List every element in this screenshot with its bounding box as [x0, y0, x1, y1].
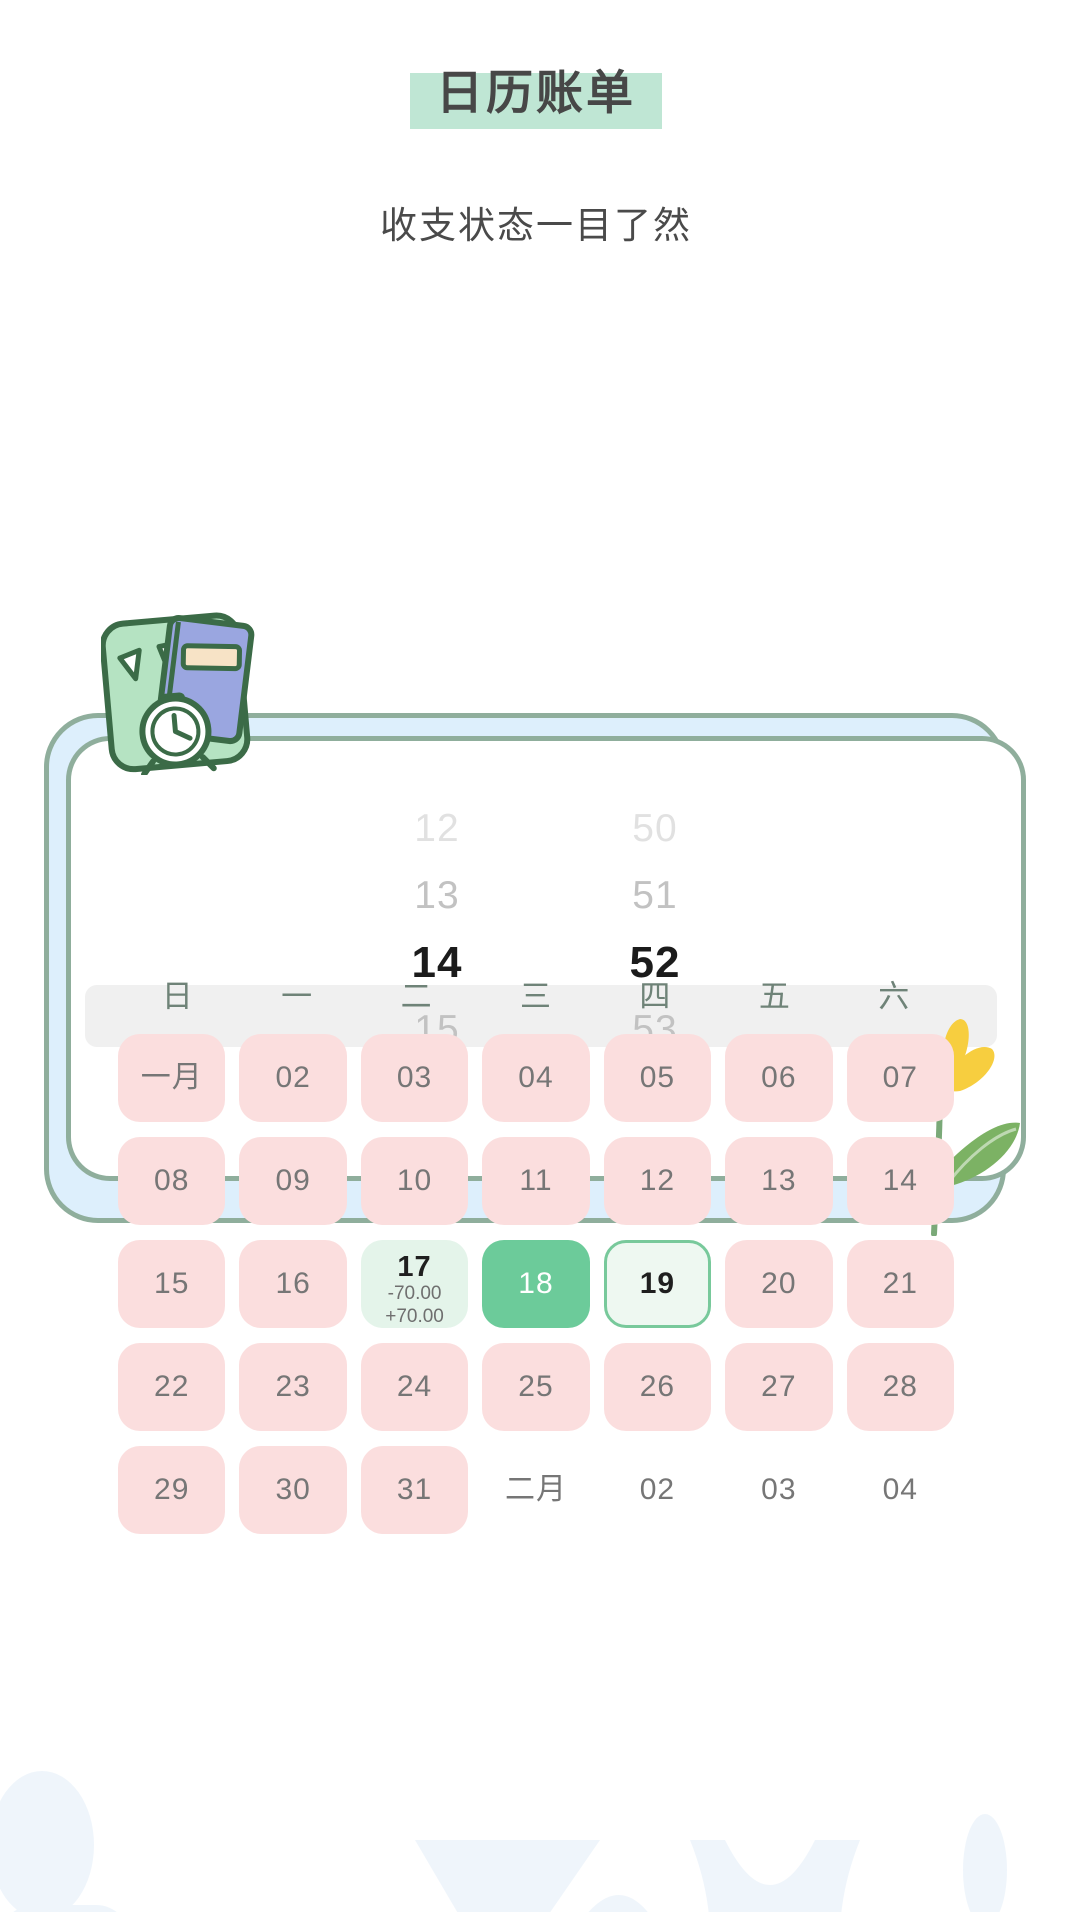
calendar-day-cell[interactable]: 02 — [604, 1446, 711, 1534]
calendar-day-cell[interactable]: 19 — [603, 1239, 712, 1328]
calendar-day-cell[interactable]: 22 — [118, 1342, 226, 1431]
weekday-label: 四 — [639, 978, 672, 1014]
calendar-day-cell[interactable]: 02 — [239, 1033, 347, 1122]
calendar-day-number: 10 — [396, 1164, 433, 1197]
weekday-label: 日 — [161, 978, 194, 1014]
calendar-day-number: 16 — [275, 1267, 311, 1300]
weekday-label: 五 — [758, 978, 791, 1014]
page-header: 日历账单 收支状态一目了然 — [0, 0, 1072, 249]
page-subtitle: 收支状态一目了然 — [380, 204, 692, 246]
calendar-day-number: 07 — [882, 1061, 918, 1094]
calendar-day-cell[interactable]: 21 — [846, 1239, 954, 1328]
calendar-day-cell[interactable]: 03 — [725, 1446, 832, 1534]
calendar-day-cell[interactable]: 15 — [118, 1239, 226, 1328]
calendar-day-cell[interactable]: 30 — [239, 1445, 347, 1534]
calendar-day-number: 30 — [275, 1473, 311, 1506]
calendar-day-income: +70.00 — [385, 1306, 444, 1328]
calendar-day-number: 26 — [639, 1370, 676, 1403]
calendar-day-cell[interactable]: 25 — [482, 1342, 590, 1431]
calendar-day-number: 04 — [518, 1061, 554, 1094]
calendar-day-cell[interactable]: 03 — [360, 1033, 469, 1122]
calendar-day-cell[interactable]: 16 — [239, 1239, 347, 1328]
minute-option[interactable]: 50 — [632, 795, 677, 862]
calendar-day-cell[interactable]: 26 — [603, 1342, 712, 1431]
calendar-day-number: 25 — [518, 1370, 554, 1403]
weekday-label: 二 — [400, 978, 433, 1014]
calendar-day-cell[interactable]: 29 — [118, 1445, 226, 1534]
calendar: 日 一 二 三 四 五 六 一月 02 03 04 05 06 07 08 09 10 11 12 13… — [118, 971, 954, 1534]
calendar-day-cell[interactable]: 二月 — [482, 1446, 589, 1534]
calendar-weekday-header: 日 一 二 三 四 五 六 — [118, 971, 954, 1016]
hour-option[interactable]: 12 — [414, 795, 459, 862]
calendar-day-number: 一月 — [140, 1061, 203, 1094]
calendar-day-cell[interactable]: 07 — [846, 1033, 954, 1122]
calendar-day-number: 31 — [396, 1473, 433, 1506]
calendar-day-cell[interactable]: 10 — [360, 1136, 469, 1225]
calendar-day-number: 29 — [154, 1473, 190, 1506]
calendar-day-number: 20 — [761, 1267, 797, 1300]
calendar-day-cell[interactable]: 28 — [846, 1342, 954, 1431]
calendar-day-cell[interactable]: 08 — [118, 1136, 226, 1225]
weekday-label: 六 — [878, 978, 911, 1014]
title-wrap: 日历账单 — [410, 64, 662, 129]
calendar-day-number: 05 — [639, 1061, 676, 1094]
calendar-day-number: 18 — [518, 1267, 554, 1300]
calendar-day-cell[interactable]: 一月 — [118, 1033, 226, 1122]
calendar-day-cell[interactable]: 09 — [239, 1136, 347, 1225]
calendar-day-cell[interactable]: 04 — [482, 1033, 590, 1122]
page-title: 日历账单 — [436, 66, 636, 119]
calendar-day-number: 27 — [761, 1370, 797, 1403]
calendar-day-number: 02 — [639, 1473, 676, 1506]
calendar-day-number: 23 — [275, 1370, 311, 1403]
calendar-day-cell[interactable]: 20 — [725, 1239, 833, 1328]
calendar-day-number: 二月 — [504, 1473, 567, 1506]
calendar-day-number: 08 — [154, 1164, 190, 1197]
calendar-day-cell[interactable]: 13 — [725, 1136, 833, 1225]
calendar-day-cell[interactable]: 11 — [482, 1136, 590, 1225]
calendar-day-cell[interactable]: 04 — [847, 1446, 954, 1534]
calendar-grid: 一月 02 03 04 05 06 07 08 09 10 11 12 13 14 15 16 17 -70.00… — [118, 1033, 954, 1534]
calendar-day-cell[interactable]: 18 — [482, 1239, 590, 1328]
calendar-day-number: 12 — [639, 1164, 676, 1197]
calendar-day-cell[interactable]: 06 — [725, 1033, 833, 1122]
calendar-day-number: 03 — [761, 1473, 797, 1506]
calendar-day-number: 14 — [882, 1164, 918, 1197]
calendar-day-cell[interactable]: 23 — [239, 1342, 347, 1431]
calendar-day-cell[interactable]: 17 -70.00 +70.00 — [360, 1239, 469, 1328]
calendar-day-cell[interactable]: 27 — [725, 1342, 833, 1431]
weekday-label: 一 — [281, 978, 314, 1014]
calendar-day-number: 15 — [154, 1267, 190, 1300]
calendar-day-number: 19 — [639, 1267, 676, 1300]
hero-section: 12 13 14 15 16 50 51 52 53 54 — [0, 301, 1072, 1236]
calendar-day-cell[interactable]: 14 — [846, 1136, 954, 1225]
calendar-day-number: 11 — [519, 1164, 553, 1197]
calendar-day-expense: -70.00 — [387, 1283, 442, 1305]
minute-option[interactable]: 51 — [632, 862, 677, 929]
calendar-day-number: 13 — [761, 1164, 797, 1197]
calendar-day-number: 09 — [275, 1164, 311, 1197]
calendar-day-number: 28 — [882, 1370, 918, 1403]
calendar-day-number: 21 — [882, 1267, 918, 1300]
calendar-day-number: 17 — [397, 1250, 432, 1283]
weekday-label: 三 — [519, 978, 552, 1014]
calendar-day-number: 02 — [275, 1061, 311, 1094]
calendar-day-number: 03 — [396, 1061, 433, 1094]
calendar-day-number: 06 — [761, 1061, 797, 1094]
calendar-day-number: 04 — [882, 1473, 918, 1506]
calendar-day-cell[interactable]: 31 — [360, 1445, 469, 1534]
calendar-day-cell[interactable]: 24 — [360, 1342, 469, 1431]
calendar-day-number: 24 — [396, 1370, 433, 1403]
calendar-day-cell[interactable]: 05 — [603, 1033, 712, 1122]
calendar-day-cell[interactable]: 12 — [603, 1136, 712, 1225]
alarm-clock-notebook-icon — [101, 612, 255, 775]
hour-option[interactable]: 13 — [414, 862, 459, 929]
calendar-day-number: 22 — [154, 1370, 190, 1403]
